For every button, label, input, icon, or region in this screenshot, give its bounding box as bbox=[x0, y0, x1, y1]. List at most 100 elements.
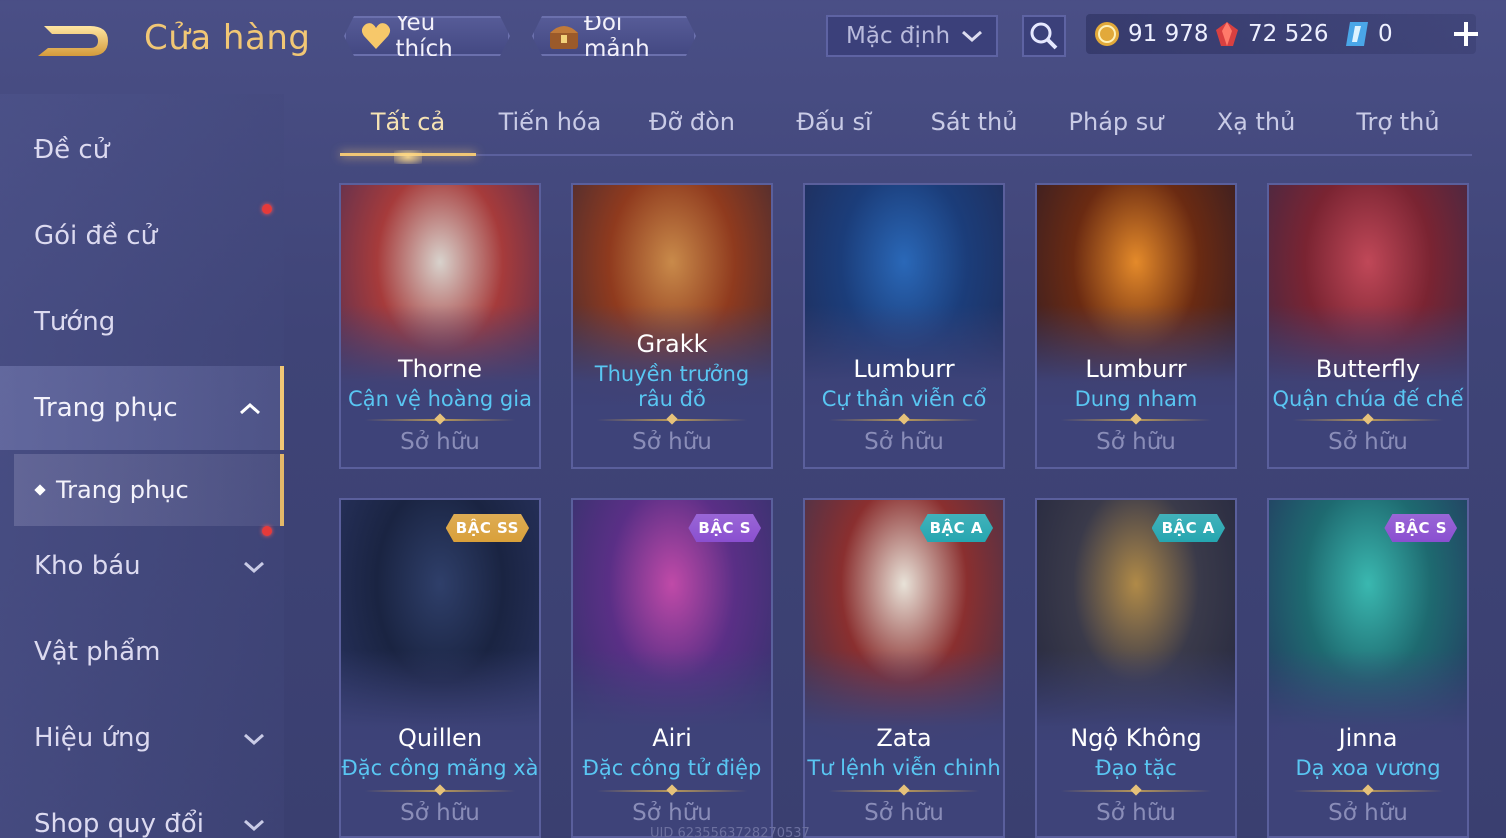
exchange-label: Đổi mảnh bbox=[584, 10, 650, 62]
owned-status: Sở hữu bbox=[864, 800, 944, 826]
hero-name: Jinna bbox=[1338, 724, 1398, 752]
gold-value: 91 978 bbox=[1128, 21, 1209, 47]
sidebar-subitem-skins[interactable]: Trang phục bbox=[14, 454, 284, 526]
owned-status: Sở hữu bbox=[1096, 800, 1176, 826]
sidebar-item-skins[interactable]: Trang phục bbox=[0, 366, 284, 450]
voucher-value: 0 bbox=[1378, 21, 1393, 47]
diamond-bullet-icon bbox=[34, 484, 46, 496]
tab-label: Trợ thủ bbox=[1356, 108, 1440, 136]
tab-label: Sát thủ bbox=[930, 108, 1018, 136]
skin-card[interactable]: Butterfly Quận chúa đế chế Sở hữu bbox=[1267, 183, 1469, 469]
skin-card[interactable]: BẬC A Ngộ Không Đạo tặc Sở hữu bbox=[1035, 498, 1237, 838]
ruby-gem-icon bbox=[1216, 22, 1238, 46]
chevron-down-icon bbox=[960, 26, 984, 52]
sidebar-item-label: Đề cử bbox=[34, 135, 110, 165]
ruby-balance: 72 526 bbox=[1214, 14, 1328, 54]
skin-name: Cận vệ hoàng gia bbox=[348, 387, 532, 411]
tab-assassin[interactable]: Sát thủ bbox=[906, 108, 1042, 152]
favorite-label: Yêu thích bbox=[395, 10, 453, 62]
card-divider bbox=[1293, 419, 1443, 421]
chevron-down-icon bbox=[242, 554, 266, 584]
sidebar-item-recommended-packs[interactable]: Gói đề cử bbox=[0, 194, 284, 278]
chevron-down-icon bbox=[242, 726, 266, 756]
tier-badge: BẬC SS bbox=[446, 514, 529, 542]
tab-label: Pháp sư bbox=[1068, 108, 1164, 136]
sidebar-item-label: Gói đề cử bbox=[34, 221, 158, 251]
owned-status: Sở hữu bbox=[632, 429, 712, 455]
skin-card[interactable]: BẬC SS Quillen Đặc công mãng xà Sở hữu bbox=[339, 498, 541, 838]
tab-fighter[interactable]: Đấu sĩ bbox=[766, 108, 902, 152]
favorite-button[interactable]: Yêu thích bbox=[344, 16, 510, 56]
sidebar-item-treasure[interactable]: Kho báu bbox=[0, 524, 284, 608]
skin-card[interactable]: Grakk Thuyền trưởng râu đỏ Sở hữu bbox=[571, 183, 773, 469]
skin-card[interactable]: BẬC S Jinna Dạ xoa vương Sở hữu bbox=[1267, 498, 1469, 838]
gold-coin-icon bbox=[1095, 22, 1119, 46]
card-divider bbox=[1293, 790, 1443, 792]
sidebar-item-label: Vật phẩm bbox=[34, 637, 161, 667]
owned-status: Sở hữu bbox=[1096, 429, 1176, 455]
back-button[interactable] bbox=[34, 20, 112, 62]
tab-marksman[interactable]: Xạ thủ bbox=[1188, 108, 1324, 152]
sidebar-item-label: Hiệu ứng bbox=[34, 723, 151, 753]
sidebar-item-exchange-shop[interactable]: Shop quy đổi bbox=[0, 782, 284, 838]
tier-badge: BẬC A bbox=[920, 514, 993, 542]
hero-name: Quillen bbox=[397, 724, 483, 752]
tab-evolution[interactable]: Tiến hóa bbox=[482, 108, 618, 152]
tab-mage[interactable]: Pháp sư bbox=[1048, 108, 1184, 152]
sidebar-item-label: Trang phục bbox=[34, 393, 178, 423]
card-divider bbox=[829, 419, 979, 421]
tab-support[interactable]: Trợ thủ bbox=[1330, 108, 1466, 152]
skin-name: Tư lệnh viễn chinh bbox=[807, 756, 1001, 780]
chest-icon bbox=[548, 20, 580, 52]
owned-status: Sở hữu bbox=[632, 800, 712, 826]
sidebar-subitem-label: Trang phục bbox=[56, 476, 189, 504]
card-divider bbox=[365, 419, 515, 421]
sidebar-item-label: Shop quy đổi bbox=[34, 809, 204, 838]
hero-name: Lumburr bbox=[1085, 355, 1187, 383]
hero-name: Zata bbox=[876, 724, 932, 752]
tab-label: Tất cả bbox=[370, 108, 446, 136]
card-divider bbox=[597, 419, 747, 421]
chevron-down-icon bbox=[242, 812, 266, 838]
hero-name: Grakk bbox=[636, 330, 708, 358]
category-tabs: Tất cả Tiến hóa Đỡ đòn Đấu sĩ Sát thủ Ph… bbox=[340, 100, 1472, 164]
skin-card[interactable]: Thorne Cận vệ hoàng gia Sở hữu bbox=[339, 183, 541, 469]
owned-status: Sở hữu bbox=[1328, 429, 1408, 455]
card-divider bbox=[829, 790, 979, 792]
add-currency-button[interactable] bbox=[1448, 16, 1484, 52]
skin-name: Dạ xoa vương bbox=[1295, 756, 1441, 780]
search-button[interactable] bbox=[1022, 15, 1066, 57]
skin-card[interactable]: BẬC A Zata Tư lệnh viễn chinh Sở hữu bbox=[803, 498, 1005, 838]
active-tab-glow bbox=[394, 150, 422, 164]
sidebar-item-items[interactable]: Vật phẩm bbox=[0, 610, 284, 694]
notification-dot bbox=[262, 204, 272, 214]
top-bar: Cửa hàng Yêu thích Đổi mảnh Mặc định 91 … bbox=[0, 0, 1506, 80]
tab-label: Xạ thủ bbox=[1216, 108, 1296, 136]
card-divider bbox=[1061, 419, 1211, 421]
exchange-shards-button[interactable]: Đổi mảnh bbox=[532, 16, 696, 56]
tab-tank[interactable]: Đỡ đòn bbox=[624, 108, 760, 152]
hero-name: Ngộ Không bbox=[1070, 724, 1202, 752]
skin-card[interactable]: Lumburr Cự thần viễn cổ Sở hữu bbox=[803, 183, 1005, 469]
tier-badge: BẬC A bbox=[1152, 514, 1225, 542]
owned-status: Sở hữu bbox=[1328, 800, 1408, 826]
voucher-balance: 0 bbox=[1344, 14, 1393, 54]
page-title: Cửa hàng bbox=[144, 18, 311, 58]
tier-badge: BẬC S bbox=[688, 514, 761, 542]
voucher-icon bbox=[1346, 22, 1368, 46]
card-divider bbox=[1061, 790, 1211, 792]
sidebar: Đề cử Gói đề cử Tướng Trang phục Trang p… bbox=[0, 94, 284, 838]
skin-name: Quận chúa đế chế bbox=[1272, 387, 1464, 411]
sidebar-item-label: Kho báu bbox=[34, 551, 141, 581]
tab-all[interactable]: Tất cả bbox=[340, 108, 476, 152]
skin-name: Dung nham bbox=[1074, 387, 1198, 411]
sidebar-item-heroes[interactable]: Tướng bbox=[0, 280, 284, 364]
sort-dropdown[interactable]: Mặc định bbox=[826, 15, 998, 57]
skin-card[interactable]: BẬC S Airi Đặc công tử điệp Sở hữu bbox=[571, 498, 773, 838]
tab-label: Đỡ đòn bbox=[648, 108, 736, 136]
plus-icon bbox=[1454, 22, 1478, 46]
back-arrow-icon bbox=[38, 26, 108, 56]
skin-card[interactable]: Lumburr Dung nham Sở hữu bbox=[1035, 183, 1237, 469]
sidebar-item-recommended[interactable]: Đề cử bbox=[0, 108, 284, 192]
sidebar-item-effects[interactable]: Hiệu ứng bbox=[0, 696, 284, 780]
